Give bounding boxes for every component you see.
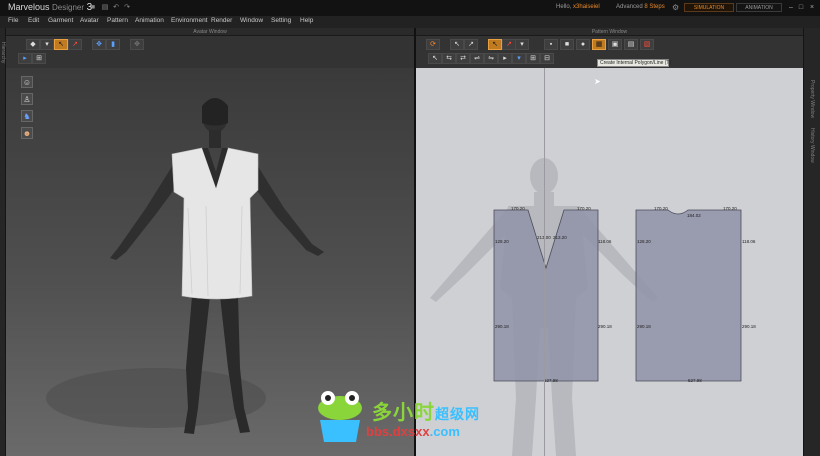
tooltip: Create Internal Polygon/Line (T): [597, 59, 671, 67]
avatar-body-icon[interactable]: ♙: [21, 93, 33, 105]
avatar-window-title: Avatar Window: [193, 29, 227, 35]
trace-tool[interactable]: ⊟: [540, 53, 554, 64]
transform-tool[interactable]: ↗: [68, 39, 82, 50]
texture-tool[interactable]: ▾: [512, 53, 526, 64]
internal-circle-tool[interactable]: ▤: [624, 39, 638, 50]
segment-sewing-tool[interactable]: ↖: [428, 53, 442, 64]
view-dropdown-icon[interactable]: ▾: [40, 39, 54, 50]
avatar-pose-icon[interactable]: ♞: [21, 110, 33, 122]
watermark-logo: [318, 391, 362, 442]
back-neck-measure: 184.02: [687, 213, 701, 218]
front-top-left-measure: 170.20: [511, 206, 525, 211]
pattern-window-title: Pattern Window: [591, 29, 628, 35]
back-top-left-measure: 170.20: [654, 206, 668, 211]
internal-polygon-tool[interactable]: ▦: [592, 39, 606, 50]
check-sewing-tool[interactable]: ⇋: [484, 53, 498, 64]
tack-tool[interactable]: ✥: [130, 39, 144, 50]
select-mesh-tool[interactable]: ◆: [26, 39, 40, 50]
menu-window[interactable]: Window: [240, 17, 263, 24]
free-sewing-tool[interactable]: ⇆: [442, 53, 456, 64]
edit-point-tool[interactable]: ↖: [488, 39, 502, 50]
front-bottom-measure: 527.98: [544, 378, 558, 383]
maximize-icon[interactable]: □: [796, 3, 806, 12]
menu-render[interactable]: Render: [211, 17, 232, 24]
save-icon[interactable]: ■: [88, 4, 98, 12]
avatar-neck: [209, 130, 221, 148]
minimize-icon[interactable]: –: [786, 3, 796, 12]
mouse-cursor-icon: ➤: [594, 77, 601, 86]
menu-animation[interactable]: Animation: [135, 17, 164, 24]
fold-tool[interactable]: ✥: [92, 39, 106, 50]
select-move-tool[interactable]: ↖: [54, 39, 68, 50]
animation-button[interactable]: ANIMATION: [736, 3, 782, 12]
close-icon[interactable]: ×: [807, 3, 817, 12]
open-icon[interactable]: ▤: [100, 4, 110, 12]
gear-icon[interactable]: ⚙: [672, 3, 679, 12]
back-top-right-measure: 170.20: [723, 206, 737, 211]
menu-avatar[interactable]: Avatar: [80, 17, 99, 24]
front-left-side-lower-measure: 290.18: [495, 324, 509, 329]
pattern-info-tool[interactable]: ⊞: [526, 53, 540, 64]
rectangle-tool[interactable]: ■: [560, 39, 574, 50]
back-right-side-upper-measure: 118.06: [742, 239, 756, 244]
property-window-tab[interactable]: Property Window: [809, 80, 815, 118]
menu-help[interactable]: Help: [300, 17, 313, 24]
redo-icon[interactable]: ↷: [122, 4, 132, 12]
edit-pattern-tool[interactable]: ↗: [464, 39, 478, 50]
edit-curvature-tool[interactable]: ↗: [502, 39, 516, 50]
history-window-tab[interactable]: History Window: [809, 128, 815, 163]
undo-icon[interactable]: ↶: [111, 4, 121, 12]
avatar-library-icon[interactable]: ☺: [21, 76, 33, 88]
internal-rectangle-tool[interactable]: ▣: [608, 39, 622, 50]
back-left-side-upper-measure: 128.20: [637, 239, 651, 244]
sewing-tool[interactable]: ⊞: [32, 53, 46, 64]
dart-tool[interactable]: ▧: [640, 39, 654, 50]
simulation-button[interactable]: SIMULATION: [684, 3, 734, 12]
refresh-icon[interactable]: ⟳: [426, 39, 440, 50]
back-left-side-lower-measure: 290.18: [637, 324, 651, 329]
front-right-side-lower-measure: 290.18: [598, 324, 612, 329]
center-axis-line: [544, 68, 545, 456]
back-pattern-piece: [635, 209, 742, 382]
front-left-side-upper-measure: 128.20: [495, 239, 509, 244]
front-neck-right-measure: 213.20: [553, 235, 567, 240]
add-point-tool[interactable]: ▾: [515, 39, 529, 50]
menu-garment[interactable]: Garment: [48, 17, 73, 24]
edit-sewing-tool[interactable]: ⇌: [470, 53, 484, 64]
pattern-window-header: Pattern Window: [416, 28, 803, 36]
menu-environment[interactable]: Environment: [171, 17, 208, 24]
polygon-tool[interactable]: ▪: [544, 39, 558, 50]
avatar-window-header: Avatar Window: [6, 28, 414, 36]
fold-arrangement-tool[interactable]: ▸: [498, 53, 512, 64]
mode-indicator[interactable]: Advanced 8 Steps: [616, 4, 665, 10]
front-right-side-upper-measure: 118.06: [598, 239, 612, 244]
back-right-side-lower-measure: 290.18: [742, 324, 756, 329]
transform-pattern-tool[interactable]: ↖: [450, 39, 464, 50]
watermark-text: 多小时超级网: [372, 402, 480, 424]
back-bottom-measure: 527.98: [688, 378, 702, 383]
menu-pattern[interactable]: Pattern: [107, 17, 128, 24]
avatar-hair: [202, 98, 228, 126]
user-greeting: Hello, x3haiseiel: [556, 4, 600, 10]
avatar-toolbar: ◆ ▾ ↖ ↗ ✥ ▮ ✥ ▸ ⊞: [6, 36, 414, 68]
menu-setting[interactable]: Setting: [271, 17, 291, 24]
pin-tool[interactable]: ▮: [106, 39, 120, 50]
menu-file[interactable]: File: [8, 17, 18, 24]
avatar-face-icon[interactable]: ☻: [21, 127, 33, 139]
front-top-right-measure: 170.20: [577, 206, 591, 211]
tack-on-pattern-tool[interactable]: ⇄: [456, 53, 470, 64]
right-panel-strip[interactable]: Property Window History Window: [803, 28, 820, 456]
circle-tool[interactable]: ●: [576, 39, 590, 50]
app-title: Marvelous Designer 3: [8, 2, 93, 13]
edit-texture-tool[interactable]: ▸: [18, 53, 32, 64]
watermark-url: bbs.dxsxx.com: [366, 424, 460, 439]
menu-edit[interactable]: Edit: [28, 17, 39, 24]
